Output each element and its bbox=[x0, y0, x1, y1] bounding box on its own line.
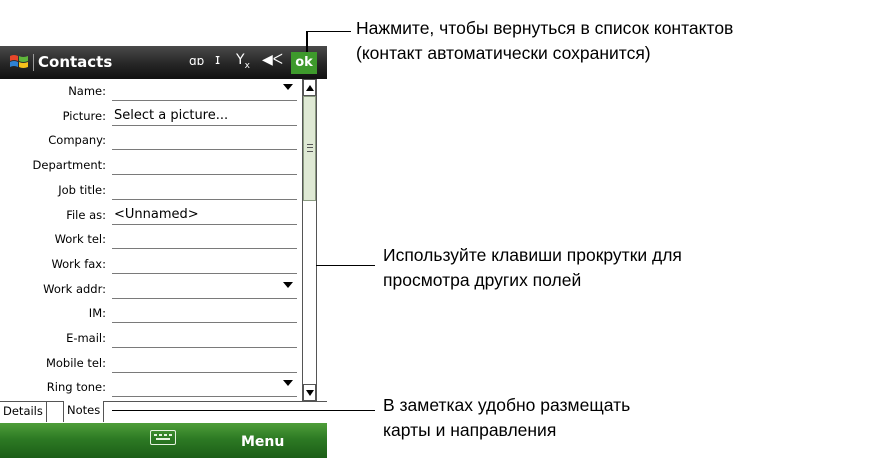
tab-details[interactable]: Details bbox=[0, 402, 47, 422]
ok-callout-line-h bbox=[306, 31, 351, 32]
pocket-pc-screen: Contacts ɑɒ ɪ Yx ◀ᐸ ok Name: Picture: Sele… bbox=[0, 46, 327, 458]
field-input[interactable] bbox=[112, 130, 297, 151]
form-row: IM: bbox=[0, 303, 302, 324]
scroll-callout: Используйте клавиши прокрутки для просмо… bbox=[383, 245, 682, 290]
form-row: Company: bbox=[0, 130, 302, 151]
form-row: E-mail: bbox=[0, 328, 302, 349]
form-row: Picture: Select a picture... bbox=[0, 106, 302, 127]
dropdown-arrow-icon[interactable] bbox=[283, 84, 293, 90]
title-bar: Contacts ɑɒ ɪ Yx ◀ᐸ ok bbox=[0, 46, 327, 79]
field-input[interactable] bbox=[112, 229, 297, 250]
field-label: Mobile tel: bbox=[45, 355, 106, 370]
field-label: Work addr: bbox=[43, 281, 106, 296]
ok-button[interactable]: ok bbox=[291, 52, 317, 74]
battery-icon[interactable]: ɪ bbox=[215, 52, 220, 68]
field-label: Work tel: bbox=[54, 232, 106, 247]
field-input[interactable] bbox=[112, 180, 297, 200]
menu-bar: Menu bbox=[0, 423, 327, 458]
field-input[interactable] bbox=[112, 254, 297, 274]
field-label: Department: bbox=[32, 158, 106, 173]
ok-callout-line-v bbox=[306, 32, 308, 52]
field-label: Name: bbox=[68, 84, 106, 98]
field-label: Picture: bbox=[62, 108, 106, 123]
field-value: Select a picture... bbox=[114, 107, 229, 123]
signal-off-icon[interactable]: Yx bbox=[236, 52, 250, 71]
form-row: Job title: bbox=[0, 180, 302, 201]
form-row: Name: bbox=[0, 81, 302, 102]
notes-callout: В заметках удобно размещать карты и напр… bbox=[383, 395, 631, 440]
form-row: Work tel: bbox=[0, 229, 302, 250]
keyboard-icon[interactable] bbox=[150, 430, 176, 445]
field-label: Work fax: bbox=[51, 256, 106, 271]
field-label: File as: bbox=[66, 207, 106, 222]
field-label: E-mail: bbox=[66, 331, 106, 345]
scroll-up-button[interactable] bbox=[303, 79, 316, 96]
ok-callout-text: Нажмите, чтобы вернуться в список контак… bbox=[356, 16, 733, 66]
dropdown-arrow-icon[interactable] bbox=[283, 380, 293, 387]
form-row: File as: <Unnamed> bbox=[0, 205, 302, 226]
field-input[interactable] bbox=[112, 81, 297, 101]
field-input[interactable]: <Unnamed> bbox=[112, 205, 297, 225]
field-label: Ring tone: bbox=[46, 380, 106, 395]
vertical-scrollbar[interactable] bbox=[302, 79, 317, 401]
field-value: <Unnamed> bbox=[114, 206, 199, 222]
form-row: Ring tone: bbox=[0, 377, 302, 398]
form-row: Work fax: bbox=[0, 254, 302, 275]
form-row: Work addr: bbox=[0, 279, 302, 300]
form-row: Mobile tel: bbox=[0, 353, 302, 374]
field-label: IM: bbox=[88, 306, 106, 321]
scroll-callout-text: Используйте клавиши прокрутки для просмо… bbox=[383, 243, 682, 293]
ok-callout: Нажмите, чтобы вернуться в список контак… bbox=[356, 18, 734, 63]
field-input[interactable]: Select a picture... bbox=[112, 106, 297, 126]
menu-button[interactable]: Menu bbox=[241, 434, 284, 450]
field-input[interactable] bbox=[112, 279, 297, 299]
field-input[interactable] bbox=[112, 303, 297, 324]
app-title[interactable]: Contacts bbox=[38, 53, 112, 71]
arrow-up-icon bbox=[306, 85, 314, 91]
tab-bar: Details Notes bbox=[0, 401, 327, 423]
bluetooth-icon[interactable]: ɑɒ bbox=[189, 54, 204, 68]
scroll-down-button[interactable] bbox=[303, 384, 316, 401]
notes-callout-text: В заметках удобно размещать карты и напр… bbox=[383, 393, 630, 443]
tab-notes[interactable]: Notes bbox=[63, 401, 105, 422]
speaker-icon[interactable]: ◀ᐸ bbox=[262, 52, 283, 68]
title-separator bbox=[33, 54, 34, 71]
field-label: Job title: bbox=[58, 182, 106, 197]
form-row: Department: bbox=[0, 155, 302, 176]
scrollbar-thumb[interactable] bbox=[303, 96, 316, 201]
scroll-callout-line bbox=[316, 265, 375, 266]
contact-form: Name: Picture: Select a picture... Company:… bbox=[0, 79, 302, 401]
field-input[interactable] bbox=[112, 377, 297, 398]
arrow-down-icon bbox=[306, 390, 314, 396]
notes-callout-line bbox=[112, 410, 375, 411]
grip-icon bbox=[307, 144, 313, 152]
windows-start-icon[interactable] bbox=[8, 51, 30, 73]
field-input[interactable] bbox=[112, 155, 297, 176]
dropdown-arrow-icon[interactable] bbox=[283, 281, 293, 288]
field-input[interactable] bbox=[112, 353, 297, 373]
field-input[interactable] bbox=[112, 328, 297, 348]
field-label: Company: bbox=[48, 133, 106, 148]
